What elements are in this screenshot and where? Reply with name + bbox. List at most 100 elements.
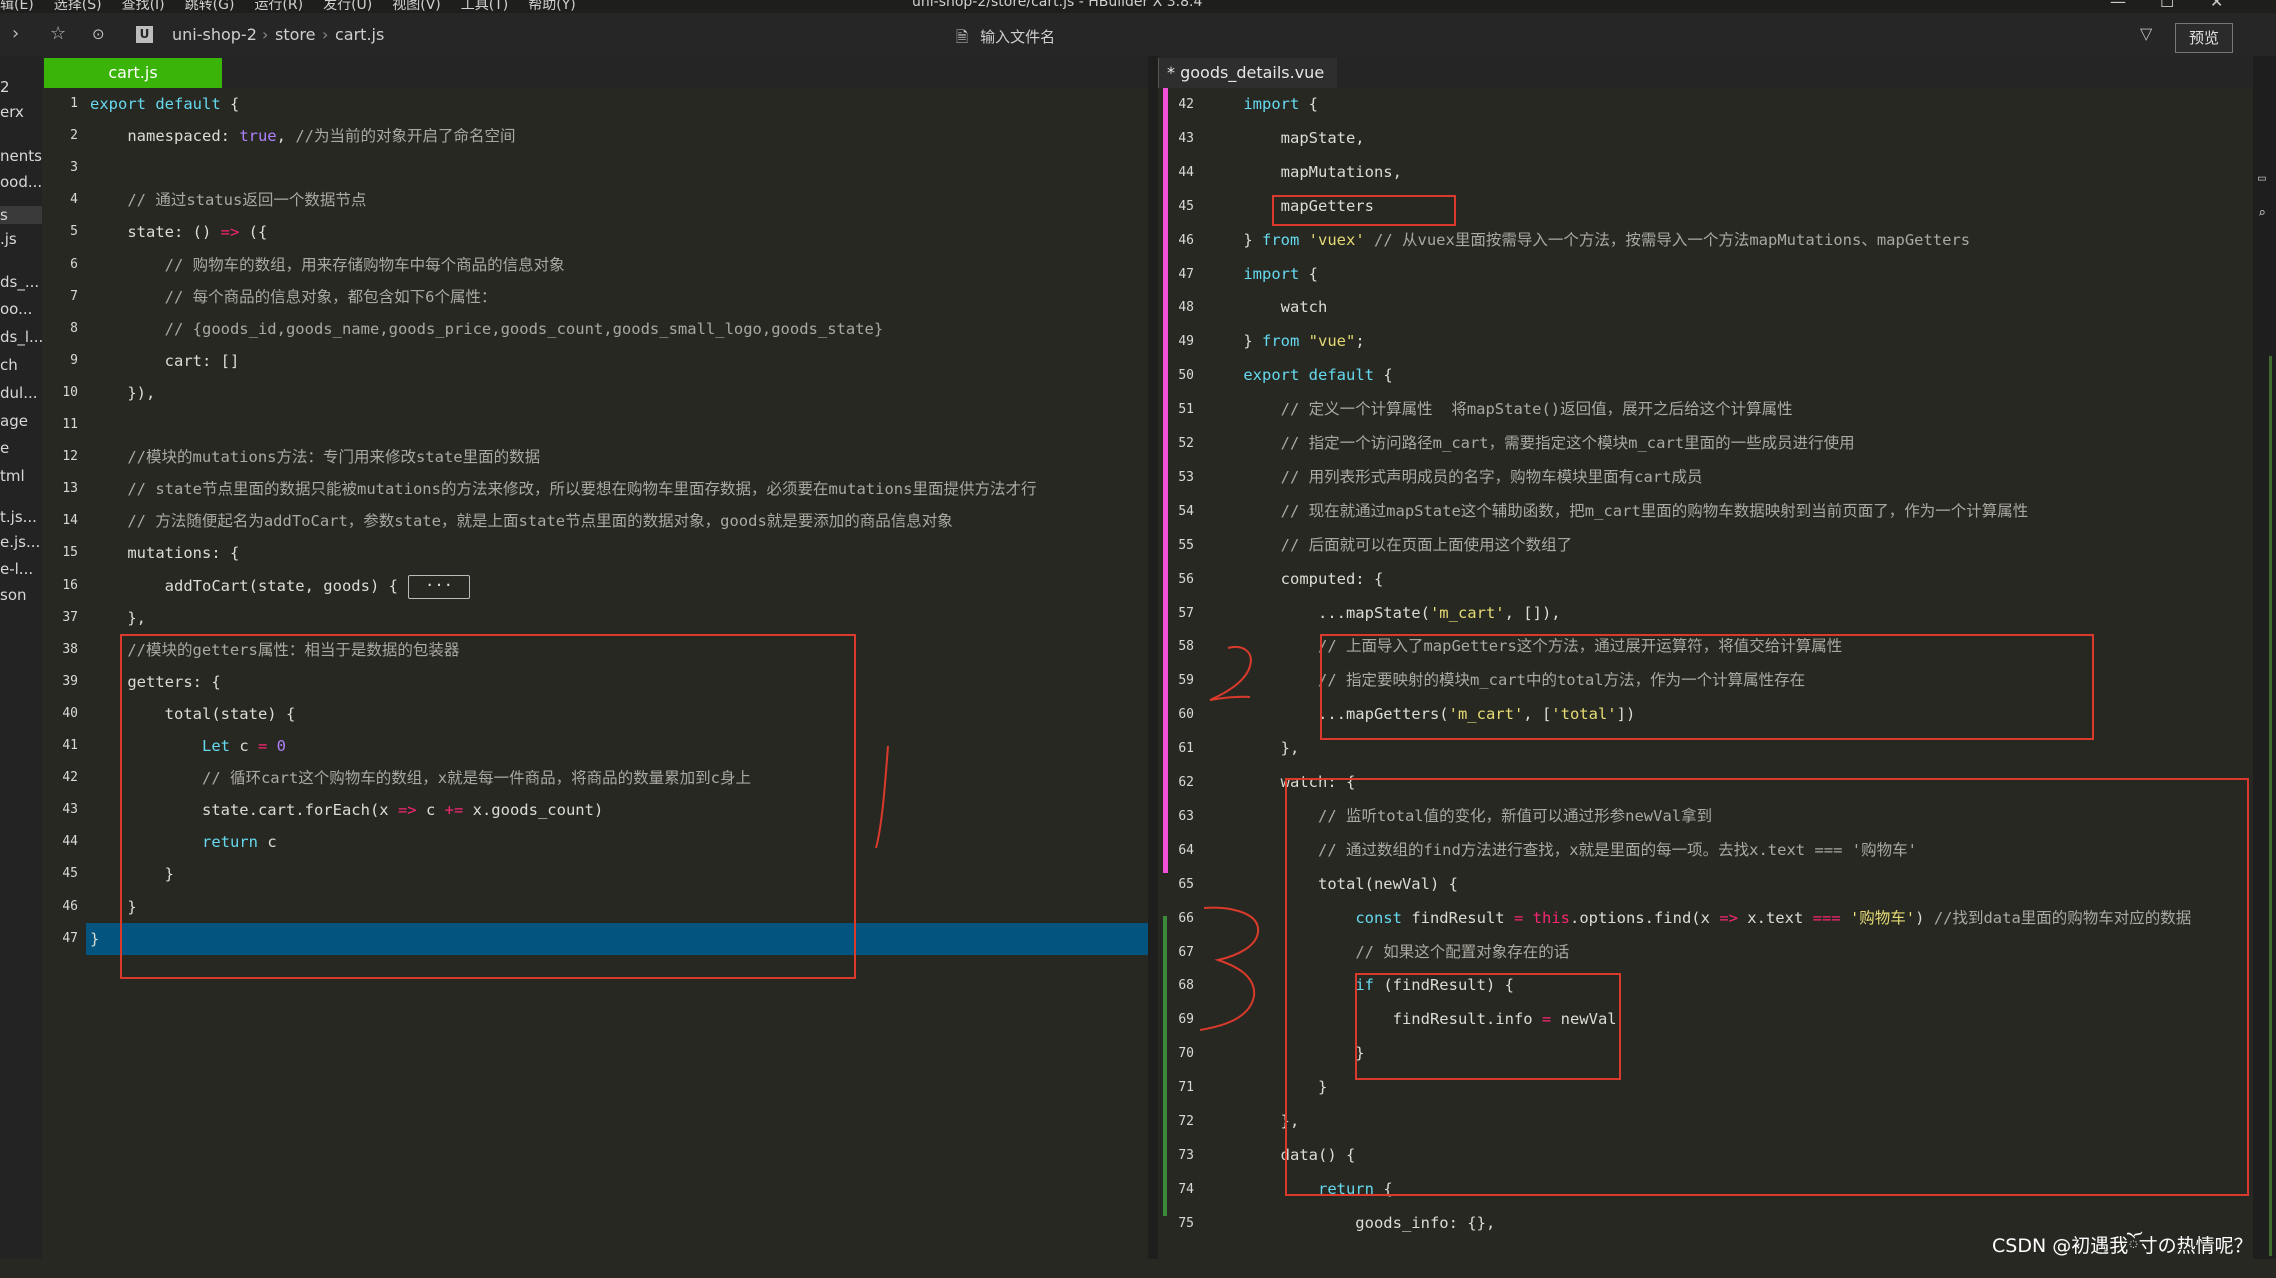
file-tree-item[interactable]: nents: [0, 147, 42, 165]
file-tree-item[interactable]: ch: [0, 356, 18, 374]
code-line[interactable]: 6 // 购物车的数组，用来存储购物车中每个商品的信息对象: [42, 249, 1148, 281]
code-text: // 定义一个计算属性 将mapState()返回值，展开之后给这个计算属性: [1280, 400, 1793, 419]
line-number: 9: [70, 352, 78, 368]
code-line[interactable]: 2 namespaced: true, //为当前的对象开启了命名空间: [42, 120, 1148, 152]
file-tree-item[interactable]: .js: [0, 230, 17, 248]
code-line[interactable]: 44 mapMutations,: [1158, 156, 2253, 190]
code-line[interactable]: 16 addToCart(state, goods) {···: [42, 570, 1148, 602]
tab-cart-js[interactable]: cart.js: [44, 58, 222, 88]
breadcrumb-file[interactable]: cart.js: [335, 25, 384, 44]
tab-goods-details-vue[interactable]: * goods_details.vue: [1158, 58, 1337, 88]
right-editor-pane: * goods_details.vue 42 import {43 mapSta…: [1158, 56, 2253, 1259]
preview-button[interactable]: 预览: [2175, 23, 2233, 53]
file-tree-item[interactable]: son: [0, 586, 27, 604]
menu-item[interactable]: 运行(R): [254, 0, 303, 13]
code-line[interactable]: 37 },: [42, 602, 1148, 634]
menu-item[interactable]: 跳转(G): [185, 0, 235, 13]
code-line[interactable]: 50 export default {: [1158, 359, 2253, 393]
menu-item[interactable]: 视图(V): [392, 0, 441, 13]
file-tree-item[interactable]: ds_...: [0, 273, 39, 291]
file-tree-item[interactable]: tml: [0, 467, 25, 485]
line-number: 13: [62, 481, 78, 497]
code-text: // 购物车的数组，用来存储购物车中每个商品的信息对象: [164, 255, 565, 274]
code-line[interactable]: 14 // 方法随便起名为addToCart，参数state，就是上面state…: [42, 505, 1148, 537]
file-tree-item[interactable]: erx: [0, 103, 24, 121]
line-number: 6: [70, 256, 78, 272]
code-line[interactable]: 46 } from 'vuex' // 从vuex里面按需导入一个方法，按需导入…: [1158, 224, 2253, 258]
code-line[interactable]: 48 watch: [1158, 291, 2253, 325]
code-line[interactable]: 56 computed: {: [1158, 563, 2253, 597]
minimize-icon[interactable]: —: [2110, 0, 2126, 11]
file-tree-item[interactable]: dul...: [0, 384, 38, 402]
menu-item[interactable]: 发行(U): [323, 0, 372, 13]
folded-code-button[interactable]: ···: [408, 574, 470, 599]
menu-item[interactable]: 工具(T): [461, 0, 508, 13]
file-tree-item[interactable]: ood...: [0, 173, 42, 191]
line-number: 5: [70, 224, 78, 240]
code-line[interactable]: 7 // 每个商品的信息对象，都包含如下6个属性：: [42, 281, 1148, 313]
menu-item[interactable]: 帮助(Y): [528, 0, 575, 13]
filter-icon[interactable]: ▽: [2140, 24, 2152, 43]
code-line[interactable]: 4 // 通过status返回一个数据节点: [42, 184, 1148, 216]
code-line[interactable]: 10 }),: [42, 377, 1148, 409]
file-tree-item[interactable]: ds_l...: [0, 328, 42, 346]
search-icon[interactable]: ⌕: [2258, 206, 2266, 221]
code-line[interactable]: 3: [42, 152, 1148, 184]
code-line[interactable]: 55 // 后面就可以在页面上面使用这个数组了: [1158, 529, 2253, 563]
file-tree: 2 erx nents ood... s .js ds_... oo... ds_l...ch d…: [0, 56, 42, 1259]
code-line[interactable]: 1 export default {: [42, 88, 1148, 120]
code-line[interactable]: 53 // 用列表形式声明成员的名字，购物车模块里面有cart成员: [1158, 461, 2253, 495]
file-tree-item[interactable]: e: [0, 439, 9, 457]
code-line[interactable]: 9 cart: []: [42, 345, 1148, 377]
chevron-right-icon[interactable]: ›: [12, 23, 19, 44]
code-line[interactable]: 54 // 现在就通过mapState这个辅助函数，把m_cart里面的购物车数…: [1158, 495, 2253, 529]
file-tree-item[interactable]: e-l...: [0, 560, 33, 578]
watermark: CSDN @初遇我ོ寸の热情呢？: [1992, 1235, 2253, 1257]
line-number: 16: [62, 577, 78, 593]
file-tree-item[interactable]: age: [0, 412, 28, 430]
code-text: watch: [1206, 298, 1328, 317]
line-number: 40: [62, 705, 78, 721]
file-tree-item[interactable]: 2: [0, 78, 10, 96]
breadcrumb-project[interactable]: uni-shop-2: [172, 25, 257, 44]
code-line[interactable]: 49 } from "vue";: [1158, 325, 2253, 359]
menu-item[interactable]: 选择(S): [54, 0, 102, 13]
close-icon[interactable]: ✕: [2210, 0, 2223, 11]
change-marker: [1163, 916, 1167, 1216]
code-line[interactable]: 5 state: () => ({: [42, 216, 1148, 248]
code-line[interactable]: 12 //模块的mutations方法：专门用来修改state里面的数据: [42, 441, 1148, 473]
code-line[interactable]: 52 // 指定一个访问路径m_cart，需要指定这个模块m_cart里面的一些…: [1158, 427, 2253, 461]
minimap[interactable]: ▭ ⌕: [2253, 56, 2276, 1259]
pane-divider[interactable]: [1148, 56, 1158, 1259]
file-tree-item[interactable]: oo...: [0, 300, 32, 318]
code-line[interactable]: 43 mapState,: [1158, 122, 2253, 156]
menu-item[interactable]: 辑(E): [0, 0, 34, 13]
breadcrumb-folder[interactable]: store: [275, 25, 315, 44]
line-number: 15: [62, 545, 78, 561]
file-tree-item[interactable]: t.js...: [0, 508, 37, 526]
run-icon[interactable]: ⊙: [92, 25, 105, 43]
line-number: 14: [62, 513, 78, 529]
menu-item[interactable]: 查找(I): [122, 0, 165, 13]
code-line[interactable]: 11: [42, 409, 1148, 441]
code-line[interactable]: 47 import {: [1158, 258, 2253, 292]
code-line[interactable]: 15 mutations: {: [42, 537, 1148, 569]
code-line[interactable]: 57 ...mapState('m_cart', []),: [1158, 597, 2253, 631]
code-text: } from "vue";: [1206, 332, 1365, 351]
file-tree-item[interactable]: s: [0, 206, 42, 224]
star-icon[interactable]: ☆: [50, 23, 66, 44]
file-search-placeholder: 输入文件名: [980, 28, 1056, 46]
code-text: import {: [1243, 264, 1318, 283]
file-tree-item[interactable]: e.js...: [0, 533, 40, 551]
code-line[interactable]: 42 import {: [1158, 88, 2253, 122]
code-line[interactable]: 8 // {goods_id,goods_name,goods_price,go…: [42, 313, 1148, 345]
code-text: export default {: [1243, 366, 1393, 385]
code-line[interactable]: 51 // 定义一个计算属性 将mapState()返回值，展开之后给这个计算属…: [1158, 393, 2253, 427]
maximize-icon[interactable]: ☐: [2160, 0, 2174, 11]
outline-icon[interactable]: ▭: [2258, 171, 2266, 186]
line-number: 1: [70, 96, 78, 111]
line-number: 11: [62, 417, 78, 432]
code-text: mutations: {: [90, 544, 240, 563]
code-line[interactable]: 13 // state节点里面的数据只能被mutations的方法来修改，所以要…: [42, 473, 1148, 505]
file-search-input[interactable]: 🗎 输入文件名: [956, 26, 1055, 52]
